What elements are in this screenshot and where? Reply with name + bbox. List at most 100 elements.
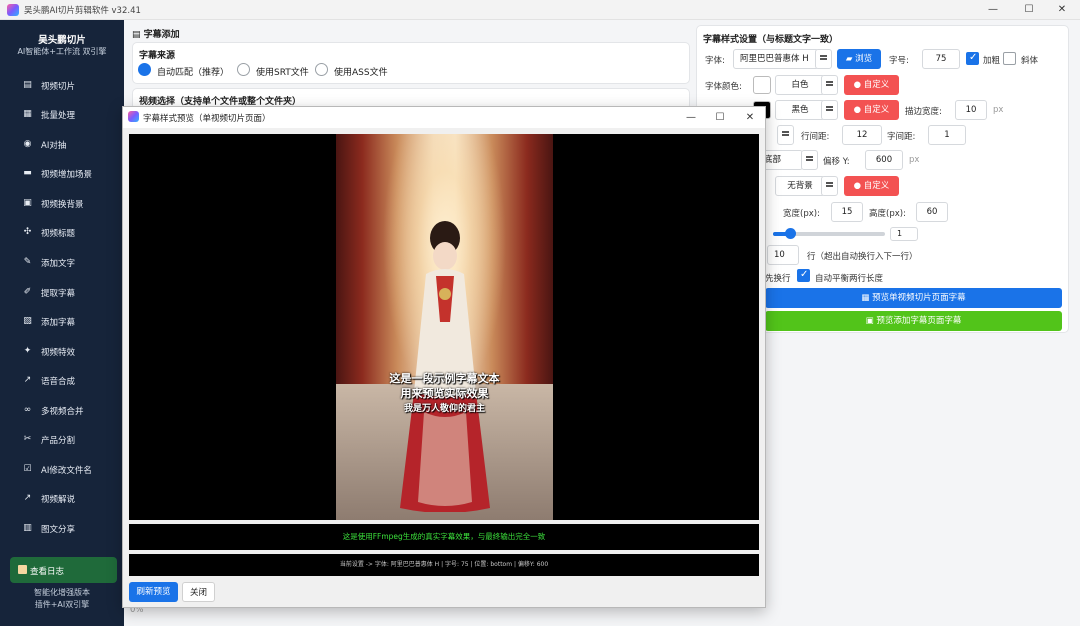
palette-icon: ●: [853, 80, 864, 90]
gallery-icon: ▥: [23, 523, 32, 533]
sidebar-item-add-subtitle[interactable]: ▧ 添加字幕: [0, 309, 124, 335]
bg-height-input[interactable]: 60: [916, 202, 948, 222]
maximize-button[interactable]: ☐: [1011, 0, 1047, 20]
sidebar-item-add-text[interactable]: ✎ 添加文字: [0, 250, 124, 276]
sidebar-item-label: 添加字幕: [41, 318, 76, 328]
line-spacing-dropdown[interactable]: [777, 125, 794, 145]
sidebar-item-effects[interactable]: ✦ 视频特效: [0, 339, 124, 365]
film-icon: ▦: [861, 293, 873, 303]
stroke-color-custom-button[interactable]: ● 自定义: [844, 100, 899, 120]
font-dropdown-button[interactable]: [815, 49, 832, 69]
opacity-slider-thumb[interactable]: [785, 228, 796, 239]
sidebar-item-label: 视频标题: [41, 229, 76, 239]
subtitle-source-card: 字幕来源 自动匹配（推荐） 使用SRT文件 使用ASS文件: [132, 42, 690, 84]
app-logo-icon: [128, 111, 139, 122]
font-color-dropdown[interactable]: [821, 75, 838, 95]
bg-width-label: 宽度(px):: [783, 209, 820, 219]
wrap-label: 先换行: [765, 274, 791, 284]
sidebar-item-video-slice[interactable]: ▤ 视频切片: [0, 73, 124, 99]
style-settings-title: 字幕样式设置（与标题文字一致）: [703, 35, 839, 45]
brand-subtitle: AI智能体+工作流 双引擎: [17, 47, 107, 56]
sidebar-item-product-split[interactable]: ✂ 产品分割: [0, 427, 124, 453]
radio-ass[interactable]: [315, 63, 328, 76]
stroke-width-input[interactable]: 10: [955, 100, 987, 120]
sidebar-item-label: AI对抽: [41, 141, 67, 151]
puzzle-icon: ✣: [23, 227, 32, 237]
sidebar-item-label: 添加文字: [41, 259, 76, 269]
stack-icon: ▦: [23, 109, 32, 119]
offset-y-label: 偏移 Y:: [823, 157, 850, 167]
figure-illustration: [400, 221, 490, 512]
sidebar-item-label: 图文分享: [41, 525, 76, 535]
max-chars-hint: 行（超出自动换行入下一行）: [807, 252, 918, 262]
background-custom-button[interactable]: ● 自定义: [844, 176, 899, 196]
sidebar-item-video-title[interactable]: ✣ 视频标题: [0, 220, 124, 246]
document-icon: ▤: [132, 30, 144, 40]
bold-checkbox[interactable]: [966, 52, 979, 65]
minimize-button[interactable]: —: [975, 0, 1011, 20]
monitor-icon: ▣: [865, 316, 877, 326]
letter-spacing-input[interactable]: 1: [928, 125, 966, 145]
font-select[interactable]: 阿里巴巴普惠体 H: [733, 49, 819, 69]
italic-checkbox[interactable]: [1003, 52, 1016, 65]
view-log-button[interactable]: 查看日志: [10, 557, 117, 583]
offset-y-input[interactable]: 600: [865, 150, 903, 170]
sparkle-icon: ✦: [23, 346, 32, 356]
sidebar-item-ai-rename[interactable]: ☑ AI修改文件名: [0, 457, 124, 483]
palette-icon: ●: [853, 105, 864, 115]
bg-width-input[interactable]: 15: [831, 202, 863, 222]
position-dropdown[interactable]: [801, 150, 818, 170]
sidebar-item-extract-subtitle[interactable]: ✐ 提取字幕: [0, 280, 124, 306]
dialog-close-button[interactable]: ✕: [732, 107, 768, 128]
palette-icon: ●: [853, 181, 864, 191]
line-spacing-input[interactable]: 12: [842, 125, 882, 145]
close-window-button[interactable]: ✕: [1044, 0, 1080, 20]
max-chars-input[interactable]: 10: [767, 245, 799, 265]
close-dialog-button[interactable]: 关闭: [182, 582, 215, 602]
sidebar-item-label: 语音合成: [41, 377, 76, 387]
link-icon: ∞: [23, 405, 32, 415]
sidebar-item-batch[interactable]: ▦ 批量处理: [0, 102, 124, 128]
size-input[interactable]: 75: [922, 49, 960, 69]
stroke-color-select[interactable]: 黑色: [775, 100, 825, 120]
sidebar: 吴头鹏切片 AI智能体+工作流 双引擎 ▤ 视频切片 ▦ 批量处理 ◉ AI对抽 ▬ 视…: [0, 20, 124, 626]
preview-subtitle-line1: 这是一段示例字幕文本: [389, 372, 500, 385]
document-icon: ▧: [23, 316, 32, 326]
offset-y-unit: px: [909, 155, 920, 165]
refresh-preview-button[interactable]: 刷新预览: [129, 582, 178, 602]
background-select[interactable]: 无背景: [775, 176, 825, 196]
balance-lines-checkbox[interactable]: [797, 269, 810, 282]
image-icon: ▣: [23, 198, 32, 208]
radio-srt[interactable]: [237, 63, 250, 76]
subtitle-add-header: ▤ 字幕添加: [132, 30, 180, 40]
background-dropdown[interactable]: [821, 176, 838, 196]
radio-auto-match[interactable]: [138, 63, 151, 76]
font-color-custom-button[interactable]: ● 自定义: [844, 75, 899, 95]
mic-icon: ↗: [23, 375, 32, 385]
sidebar-item-merge[interactable]: ∞ 多视频合并: [0, 398, 124, 424]
sidebar-item-add-scene[interactable]: ▬ 视频增加场景: [0, 161, 124, 187]
sidebar-item-label: 视频解说: [41, 495, 76, 505]
font-color-select[interactable]: 白色: [775, 75, 825, 95]
sidebar-item-change-bg[interactable]: ▣ 视频换背景: [0, 191, 124, 217]
sidebar-item-share[interactable]: ▥ 图文分享: [0, 516, 124, 542]
browse-font-button[interactable]: ▰ 浏览: [837, 49, 881, 69]
preview-single-button[interactable]: ▦ 预览单视频切片页面字幕: [765, 288, 1062, 308]
scene-icon: ▬: [23, 168, 32, 178]
preview-add-button[interactable]: ▣ 预览添加字幕页面字幕: [765, 311, 1062, 331]
font-color-swatch[interactable]: [753, 76, 771, 94]
sidebar-item-label: 视频切片: [41, 82, 76, 92]
film-icon: ▤: [23, 80, 32, 90]
sidebar-item-tts[interactable]: ↗ 语音合成: [0, 368, 124, 394]
opacity-slider-track[interactable]: [773, 228, 885, 239]
opacity-value[interactable]: 1: [890, 227, 918, 241]
pencil-icon: ✎: [23, 257, 32, 267]
sidebar-item-narration[interactable]: ↗ 视频解说: [0, 486, 124, 512]
preview-dialog: 字幕样式预览（单视频切片页面） — ☐ ✕ 这是一段示例字幕文本 用来预览实际效…: [122, 106, 766, 608]
preview-subtitle-line3: 我是万人敬仰的君主: [403, 404, 485, 414]
sidebar-item-ai-extract[interactable]: ◉ AI对抽: [0, 132, 124, 158]
dialog-title: 字幕样式预览（单视频切片页面）: [143, 114, 271, 124]
footer-line1: 智能化增强版本: [34, 588, 90, 597]
robot-icon: ◉: [23, 139, 32, 149]
stroke-color-dropdown[interactable]: [821, 100, 838, 120]
